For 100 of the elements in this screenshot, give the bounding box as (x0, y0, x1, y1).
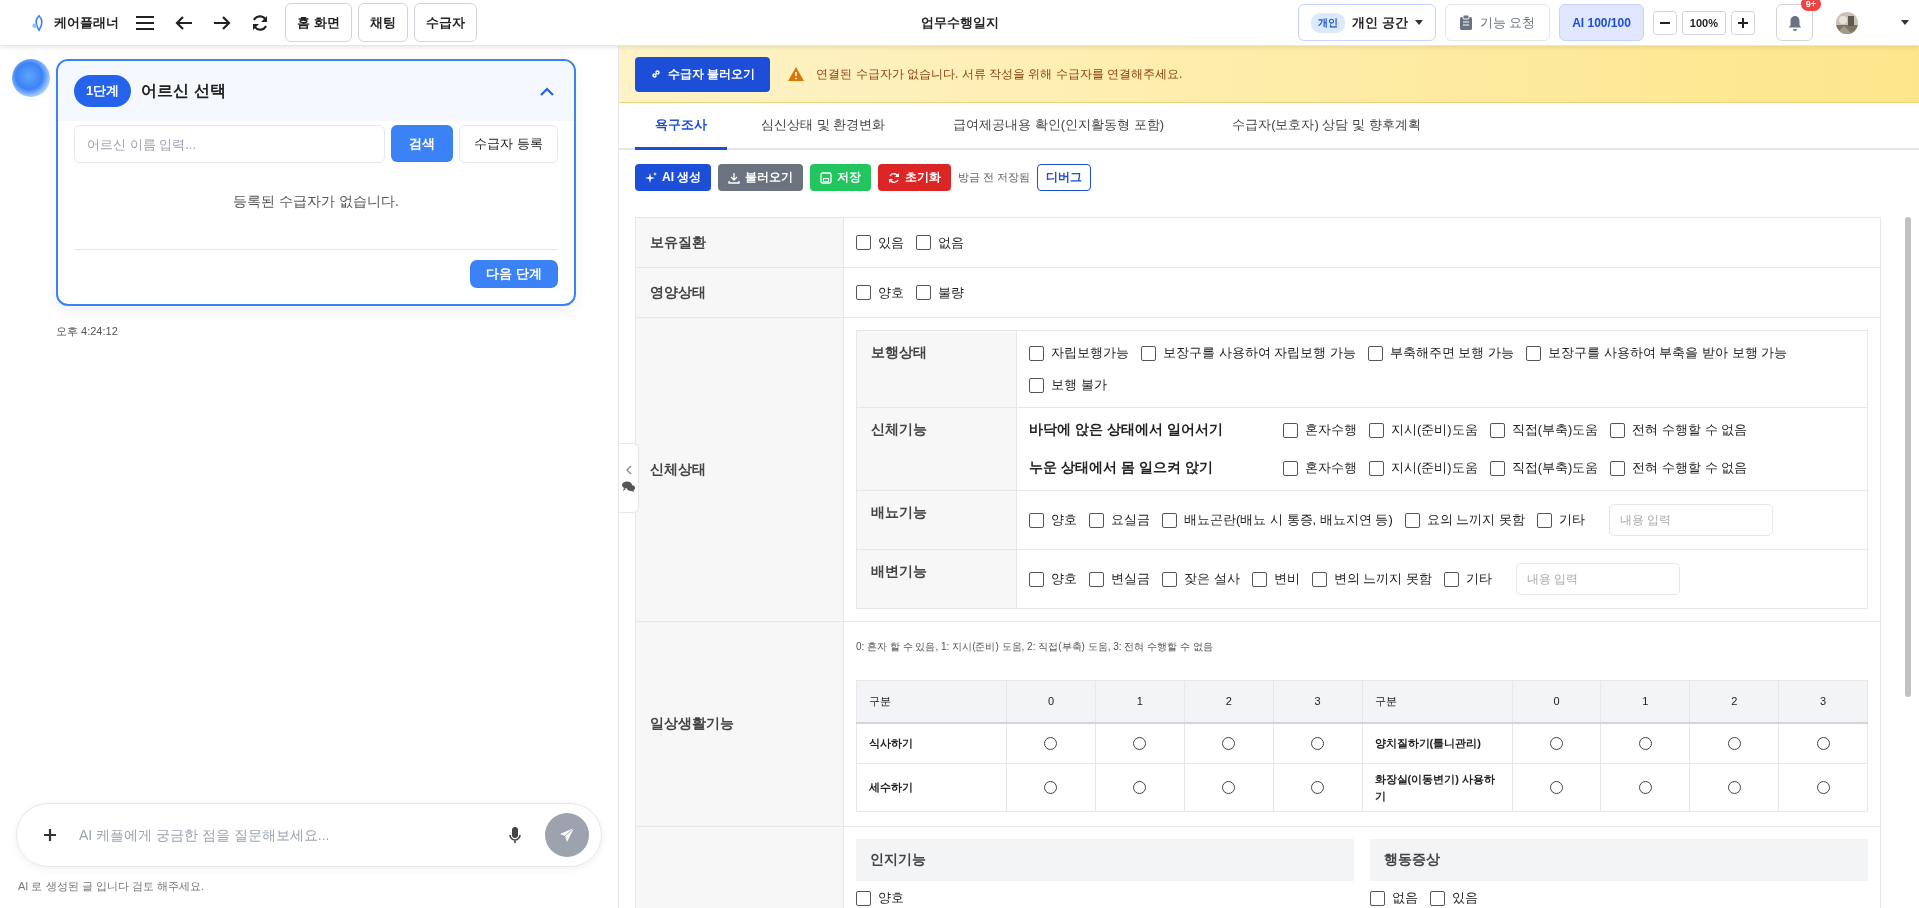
checkbox[interactable] (1404, 512, 1420, 528)
link-icon (650, 68, 662, 80)
back-arrow-icon[interactable] (175, 14, 193, 31)
checkbox[interactable] (1029, 571, 1044, 587)
warning-icon (788, 67, 805, 81)
column-header: 0 (1006, 680, 1096, 723)
radio-button[interactable] (1549, 781, 1563, 795)
caret-icon[interactable] (1901, 20, 1909, 25)
tab[interactable]: 급여제공내용 확인(인지활동형 포함) (919, 103, 1199, 150)
workspace-dropdown[interactable]: 개인 개인 공간 (1297, 4, 1436, 41)
checkbox[interactable] (1029, 512, 1044, 528)
checkbox[interactable] (1430, 890, 1445, 906)
feature-request-button[interactable]: 기능 요청 (1444, 4, 1551, 41)
radio-button[interactable] (1044, 781, 1058, 795)
checkbox-label: 요의 느끼지 못함 (1426, 511, 1525, 529)
radio-button[interactable] (1638, 737, 1652, 751)
text-input-field[interactable]: 내용 입력 (1608, 504, 1773, 536)
bell-icon (1787, 14, 1802, 31)
name-search-field[interactable]: 어르신 이름 입력... (74, 125, 386, 163)
checkbox[interactable] (1489, 460, 1505, 476)
radio-button[interactable] (1222, 781, 1236, 795)
checkbox[interactable] (1141, 345, 1156, 361)
register-button[interactable]: 수급자 등록 (459, 125, 558, 163)
checkbox[interactable] (916, 285, 931, 300)
page-title: 업무수행일지 (920, 13, 999, 32)
checkbox[interactable] (856, 890, 871, 906)
radio-button[interactable] (1816, 737, 1830, 751)
minus-icon[interactable] (1652, 10, 1677, 35)
zoom-level: 100% (1681, 10, 1726, 35)
microphone-icon[interactable] (509, 826, 521, 844)
checkbox[interactable] (1610, 422, 1626, 438)
tab[interactable]: 심신상태 및 환경변화 (727, 103, 920, 150)
checkbox-label: 양호 (878, 283, 904, 302)
caret-icon (1414, 20, 1423, 25)
checkbox-label: 양호 (1051, 570, 1077, 588)
checkbox[interactable] (1369, 460, 1384, 476)
checkbox[interactable] (1251, 571, 1267, 587)
checkbox-label: 불량 (938, 283, 964, 302)
radio-button[interactable] (1133, 737, 1147, 751)
nav-button[interactable]: 수급자 (413, 3, 477, 42)
forward-arrow-icon[interactable] (213, 14, 231, 31)
checkbox[interactable] (1369, 422, 1384, 438)
checkbox-label: 기타 (1465, 570, 1492, 588)
checkbox-label: 보장구를 사용하여 부축을 받아 보행 가능 (1548, 344, 1788, 362)
checkbox[interactable] (1283, 422, 1298, 438)
table-cell: 화장실(이동변기) 사용하기 (1362, 763, 1512, 812)
checkbox[interactable] (1311, 571, 1327, 587)
section-header: 인지기능 (856, 839, 1354, 881)
load-recipient-button[interactable]: 수급자 불러오기 (635, 56, 771, 92)
checkbox[interactable] (1536, 512, 1552, 528)
clipboard-icon (1459, 15, 1472, 30)
checkbox[interactable] (1367, 345, 1383, 361)
nav-button[interactable]: 채팅 (357, 3, 408, 42)
checkbox[interactable] (1089, 512, 1104, 528)
text-input-field[interactable]: 내용 입력 (1515, 563, 1680, 595)
radio-button[interactable] (1222, 737, 1236, 751)
checkbox[interactable] (1443, 571, 1459, 587)
checkbox[interactable] (916, 235, 931, 250)
next-step-button[interactable]: 다음 단계 (470, 260, 558, 288)
reset-button[interactable]: 초기화 (878, 164, 952, 191)
message-time: 오후 4:24:12 (56, 324, 119, 339)
radio-button[interactable] (1133, 781, 1147, 795)
checkbox-label: 배뇨곤란(배뇨 시 통증, 배뇨지연 등) (1184, 511, 1393, 529)
radio-button[interactable] (1638, 781, 1652, 795)
tab[interactable]: 욕구조사 (635, 103, 727, 150)
checkbox[interactable] (1162, 512, 1177, 528)
nav-button[interactable]: 홈 화면 (285, 3, 352, 42)
tab[interactable]: 수급자(보호자) 상담 및 향후계획 (1198, 103, 1455, 150)
menu-icon[interactable] (135, 14, 155, 31)
chevron-icon[interactable] (540, 86, 554, 96)
checkbox[interactable] (1370, 890, 1385, 906)
ai-quota-badge: AI 100/100 (1559, 4, 1644, 41)
radio-button[interactable] (1044, 737, 1058, 751)
checkbox[interactable] (1089, 571, 1104, 587)
column-header: 구분 (856, 680, 1007, 723)
checkbox[interactable] (1526, 345, 1542, 361)
checkbox[interactable] (1610, 460, 1626, 476)
panel-toggle[interactable] (619, 443, 639, 513)
checkbox[interactable] (1029, 345, 1044, 361)
checkbox[interactable] (1489, 422, 1505, 438)
load-button[interactable]: 불러오기 (718, 164, 804, 191)
plus-icon[interactable] (43, 828, 57, 842)
chat-icon (622, 480, 635, 492)
radio-button[interactable] (1816, 781, 1830, 795)
radio-button[interactable] (1727, 781, 1741, 795)
checkbox[interactable] (1029, 377, 1044, 393)
debug-button[interactable]: 디버그 (1037, 164, 1092, 191)
radio-button[interactable] (1727, 737, 1741, 751)
refresh-icon[interactable] (251, 13, 269, 32)
checkbox-label: 직접(부축)도움 (1511, 459, 1599, 477)
radio-button[interactable] (1311, 737, 1325, 751)
ai-generate-button[interactable]: AI 생성 (635, 164, 712, 191)
radio-button[interactable] (1549, 737, 1563, 751)
refresh-icon (888, 171, 901, 184)
checkbox[interactable] (856, 285, 871, 300)
radio-button[interactable] (1311, 781, 1325, 795)
search-button[interactable]: 검색 (391, 125, 454, 162)
checkbox[interactable] (1162, 571, 1177, 587)
checkbox[interactable] (1283, 460, 1298, 476)
checkbox[interactable] (856, 235, 871, 250)
